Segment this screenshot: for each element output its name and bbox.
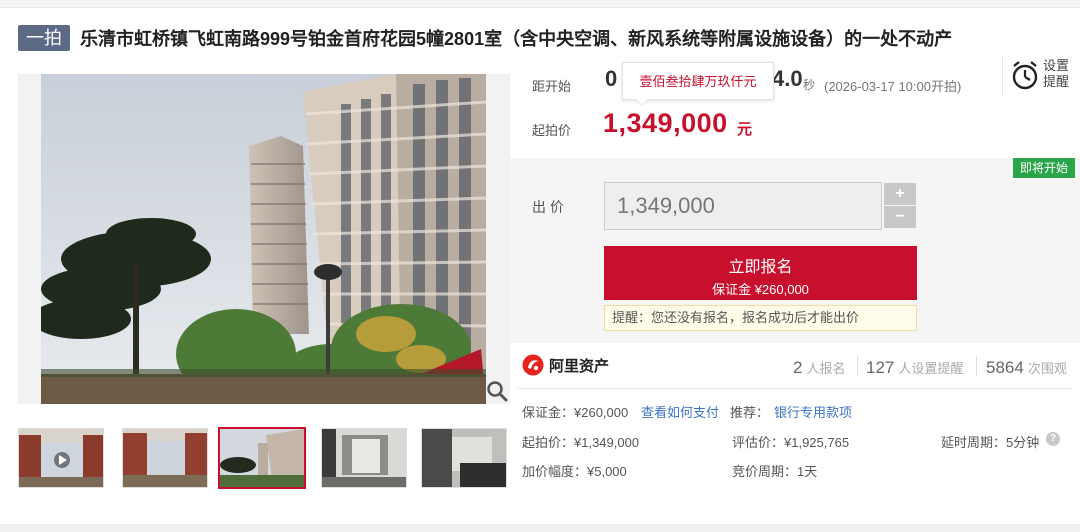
building-photo bbox=[41, 74, 486, 404]
view-count: 5864 次围观 bbox=[986, 358, 1067, 377]
thumbnail-4[interactable] bbox=[321, 428, 407, 488]
signup-count: 2 人报名 bbox=[793, 358, 846, 377]
thumbnail-2[interactable] bbox=[122, 428, 208, 488]
auction-round-badge: 一拍 bbox=[18, 25, 70, 51]
countdown-label: 距开始 bbox=[532, 79, 572, 94]
top-divider bbox=[0, 0, 1080, 8]
main-photo[interactable] bbox=[18, 74, 510, 404]
price-in-words-tooltip: 壹佰叁拾肆万玖仟元 bbox=[622, 62, 774, 100]
thumbnail-5[interactable] bbox=[421, 428, 507, 488]
bottom-divider bbox=[0, 524, 1080, 532]
stat-divider bbox=[976, 356, 977, 376]
decrease-bid-button[interactable]: − bbox=[884, 206, 916, 228]
bid-period-info: 竞价周期：1天 bbox=[732, 464, 818, 479]
alarm-clock-icon bbox=[1012, 61, 1038, 90]
stat-divider bbox=[857, 356, 858, 376]
appraisal-info: 评估价：¥1,925,765 bbox=[732, 435, 850, 450]
bid-label: 出 价 bbox=[532, 199, 564, 215]
bank-payment-link[interactable]: 银行专用款项 bbox=[774, 402, 852, 421]
bid-price-input[interactable]: 1,349,000 bbox=[604, 182, 882, 230]
start-price-unit: 元 bbox=[737, 121, 753, 138]
recommend-label: 推荐： bbox=[730, 405, 770, 420]
thumbnail-video[interactable] bbox=[18, 428, 104, 488]
status-badge: 即将开始 bbox=[1013, 158, 1075, 178]
signup-deposit-label: 保证金 ¥260,000 bbox=[712, 282, 809, 297]
set-reminder-label: 设置提醒 bbox=[1043, 58, 1070, 89]
deposit-info: 保证金：¥260,000 bbox=[522, 405, 629, 420]
countdown-unit: 秒 bbox=[803, 78, 816, 92]
ali-assets-logo-icon bbox=[522, 354, 544, 376]
start-price-value: 1,349,000 bbox=[603, 108, 728, 138]
info-divider bbox=[518, 388, 1073, 389]
how-to-pay-link[interactable]: 查看如何支付 bbox=[641, 402, 719, 421]
brand[interactable]: 阿里资产 bbox=[522, 354, 609, 376]
page-title: 乐清市虹桥镇飞虹南路999号铂金首府花园5幢2801室（含中央空调、新风系统等附… bbox=[80, 29, 953, 49]
help-icon[interactable]: ? bbox=[1046, 432, 1060, 446]
signup-button[interactable]: 立即报名 保证金 ¥260,000 bbox=[604, 246, 917, 300]
increment-info: 加价幅度：¥5,000 bbox=[522, 464, 627, 479]
thumbnail-3-selected[interactable] bbox=[218, 427, 306, 489]
tooltip-arrow bbox=[636, 99, 648, 105]
countdown-digit-left: 0 bbox=[605, 66, 618, 91]
brand-name: 阿里资产 bbox=[549, 357, 610, 375]
start-price-info: 起拍价：¥1,349,000 bbox=[522, 435, 640, 450]
signup-tip: 提醒：您还没有报名，报名成功后才能出价 bbox=[604, 305, 917, 331]
start-price-label: 起拍价 bbox=[532, 123, 572, 138]
auction-start-time: (2026-03-17 10:00开拍) bbox=[824, 79, 962, 94]
title-row: 一拍 乐清市虹桥镇飞虹南路999号铂金首府花园5幢2801室（含中央空调、新风系… bbox=[18, 24, 952, 52]
signup-button-label: 立即报名 bbox=[728, 259, 793, 276]
delay-period-info: 延时周期：5分钟 bbox=[941, 435, 1040, 450]
reminder-count: 127 人设置提醒 bbox=[866, 358, 964, 377]
countdown-digit-right: 4.0 bbox=[772, 66, 803, 91]
set-reminder-button[interactable]: 设置提醒 bbox=[1002, 56, 1080, 96]
increase-bid-button[interactable]: + bbox=[884, 183, 916, 205]
zoom-icon[interactable] bbox=[486, 380, 508, 402]
